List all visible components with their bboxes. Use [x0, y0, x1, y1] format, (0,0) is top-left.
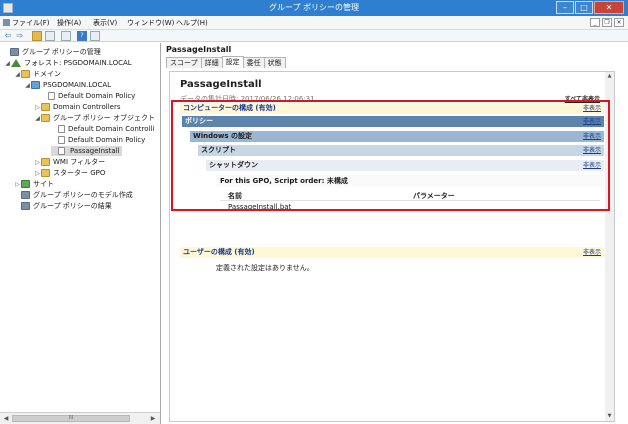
- highlight-frame: [171, 100, 610, 211]
- tree-expand-icon[interactable]: ▷: [34, 104, 41, 111]
- tree-expand-icon[interactable]: ▷: [34, 170, 41, 177]
- title-bar: グループ ポリシーの管理 – □ ✕: [0, 0, 628, 16]
- menu-item-1[interactable]: 操作(A): [57, 18, 81, 28]
- mdi-close-button[interactable]: ✕: [614, 18, 624, 27]
- tree-node-label: Default Domain Controlli: [68, 125, 155, 133]
- hide-link-user[interactable]: 非表示: [583, 247, 601, 258]
- tree-node-label: Default Domain Policy: [58, 92, 136, 100]
- forward-arrow-icon[interactable]: ⇨: [15, 31, 25, 41]
- folder-icon: [41, 169, 50, 177]
- tree-horizontal-scrollbar[interactable]: ◀ III ▶: [0, 412, 160, 424]
- tree-gpmc-root[interactable]: グループ ポリシーの管理: [3, 47, 101, 57]
- tree-default-domain-policy[interactable]: Default Domain Policy: [41, 91, 135, 101]
- menu-item-3[interactable]: ウィンドウ(W): [127, 18, 174, 28]
- menu-bar: ファイル(F) 操作(A) 表示(V) ウィンドウ(W) ヘルプ(H) _ ❐ ✕: [0, 16, 628, 30]
- menu-item-0[interactable]: ファイル(F): [12, 18, 50, 28]
- tree-domains[interactable]: ◢ ドメイン: [14, 69, 61, 79]
- tree-node-label: PSGDOMAIN.LOCAL: [43, 81, 112, 89]
- tree-gpo-passageinstall[interactable]: PassageInstall: [51, 146, 122, 156]
- tab-2[interactable]: 設定: [221, 56, 244, 68]
- tree-gp-results[interactable]: グループ ポリシーの結果: [14, 201, 112, 211]
- tab-4[interactable]: 状態: [263, 57, 286, 68]
- user-config-label: ユーザーの構成 (有効): [183, 248, 255, 256]
- help-icon[interactable]: ?: [77, 31, 87, 41]
- tree-wmi-filters[interactable]: ▷ WMI フィルター: [34, 157, 105, 167]
- ou-folder-icon: [41, 103, 50, 111]
- group-policy-icon: [10, 48, 19, 56]
- tree-expand-icon[interactable]: ▷: [14, 181, 21, 188]
- tree-node-label: PassageInstall: [70, 147, 120, 155]
- report-title: PassageInstall: [180, 79, 262, 90]
- tree-node-label: Default Domain Policy: [68, 136, 146, 144]
- gpo-icon: [58, 136, 65, 144]
- tree-starter-gpo[interactable]: ▷ スターター GPO: [34, 168, 105, 178]
- tab-1[interactable]: 詳細: [200, 57, 223, 68]
- domain-icon: [31, 81, 40, 89]
- scroll-thumb[interactable]: III: [12, 415, 130, 422]
- gpo-icon: [58, 147, 65, 155]
- tree-domain-controllers[interactable]: ▷ Domain Controllers: [34, 102, 120, 112]
- forest-icon: [11, 59, 21, 67]
- tab-3[interactable]: 委任: [242, 57, 265, 68]
- maximize-button[interactable]: □: [575, 1, 593, 14]
- tree-node-label: グループ ポリシーのモデル作成: [33, 191, 133, 199]
- tree-node-label: グループ ポリシーの管理: [22, 48, 101, 56]
- tree-default-dc-policy[interactable]: Default Domain Controlli: [51, 124, 154, 134]
- gpo-icon: [58, 125, 65, 133]
- folder-icon: [21, 70, 30, 78]
- close-button[interactable]: ✕: [594, 1, 624, 14]
- tab-0[interactable]: スコープ: [166, 57, 202, 68]
- tree-node-label: フォレスト: PSGDOMAIN.LOCAL: [24, 59, 132, 67]
- tree-expand-icon[interactable]: ◢: [14, 71, 21, 78]
- tab-strip: スコープ 詳細 設定 委任 状態: [166, 56, 286, 68]
- tree-expand-icon[interactable]: ▷: [34, 159, 41, 166]
- folder-icon: [41, 158, 50, 166]
- scroll-left-icon[interactable]: ◀: [1, 414, 11, 424]
- tree-expand-icon[interactable]: ◢: [34, 115, 41, 122]
- menu-icon: [3, 19, 10, 26]
- up-folder-icon[interactable]: [32, 31, 42, 41]
- tree-expand-icon[interactable]: ◢: [24, 82, 31, 89]
- window-title: グループ ポリシーの管理: [268, 3, 360, 12]
- menu-item-2[interactable]: 表示(V): [93, 18, 117, 28]
- tree-forest[interactable]: ◢ フォレスト: PSGDOMAIN.LOCAL: [4, 58, 132, 68]
- show-hide-tree-icon[interactable]: [45, 31, 55, 41]
- tree-node-label: WMI フィルター: [53, 158, 106, 166]
- tree-node-label: グループ ポリシー オブジェクト: [53, 114, 156, 122]
- toolbar: ⇦ ⇨ ?: [0, 30, 628, 42]
- tree-node-label: サイト: [33, 180, 54, 188]
- gpo-link-icon: [48, 92, 55, 100]
- tree-gpo-default-domain-policy[interactable]: Default Domain Policy: [51, 135, 145, 145]
- scroll-down-icon[interactable]: ▼: [605, 412, 614, 421]
- minimize-button[interactable]: –: [556, 1, 574, 14]
- sites-icon: [21, 180, 30, 188]
- folder-icon: [41, 114, 50, 122]
- mdi-controls: _ ❐ ✕: [590, 18, 624, 27]
- scroll-up-icon[interactable]: ▲: [605, 72, 614, 81]
- tree-domain-psgdomain[interactable]: ◢ PSGDOMAIN.LOCAL: [24, 80, 111, 90]
- no-settings-text: 定義された設定はありません。: [216, 264, 314, 272]
- tree-node-label: スターター GPO: [53, 169, 106, 177]
- scroll-right-icon[interactable]: ▶: [148, 414, 158, 424]
- gpo-title: PassageInstall: [166, 45, 232, 54]
- refresh-icon[interactable]: [61, 31, 71, 41]
- tree-gpo-container[interactable]: ◢ グループ ポリシー オブジェクト: [34, 113, 155, 123]
- mdi-restore-button[interactable]: ❐: [602, 18, 612, 27]
- menu-item-4[interactable]: ヘルプ(H): [176, 18, 208, 28]
- properties-icon[interactable]: [90, 31, 100, 41]
- tree-node-label: Domain Controllers: [53, 103, 121, 111]
- tree-node-label: グループ ポリシーの結果: [33, 202, 112, 210]
- modeling-icon: [21, 191, 30, 199]
- section-user-config[interactable]: ユーザーの構成 (有効) 非表示: [180, 247, 604, 258]
- results-icon: [21, 202, 30, 210]
- mdi-minimize-button[interactable]: _: [590, 18, 600, 27]
- tree-expand-icon[interactable]: ◢: [4, 60, 11, 67]
- tree-sites[interactable]: ▷ サイト: [14, 179, 54, 189]
- tree-gp-modeling[interactable]: グループ ポリシーのモデル作成: [14, 190, 133, 200]
- back-arrow-icon[interactable]: ⇦: [3, 31, 13, 41]
- tree-node-label: ドメイン: [33, 70, 61, 78]
- tree-pane: グループ ポリシーの管理 ◢ フォレスト: PSGDOMAIN.LOCAL ◢ ドメイン…: [0, 43, 161, 424]
